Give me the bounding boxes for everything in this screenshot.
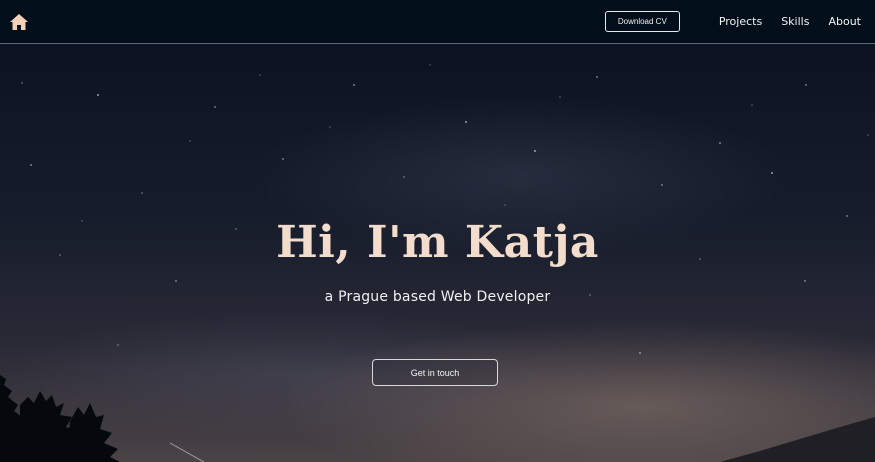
hero-section: Hi, I'm Katja a Prague based Web Develop…: [0, 45, 875, 462]
nav-link-skills[interactable]: Skills: [781, 15, 809, 28]
nav-link-projects[interactable]: Projects: [719, 15, 762, 28]
get-in-touch-button[interactable]: Get in touch: [372, 359, 498, 386]
hero-subtitle: a Prague based Web Developer: [324, 289, 551, 305]
hero-title: Hi, I'm Katja: [276, 217, 599, 268]
navbar: Download CV Projects Skills About: [0, 0, 875, 44]
home-link[interactable]: [9, 12, 29, 32]
download-cv-button[interactable]: Download CV: [604, 11, 680, 32]
nav-menu: Download CV Projects Skills About: [604, 11, 861, 32]
home-icon: [9, 13, 29, 31]
nav-link-about[interactable]: About: [828, 15, 861, 28]
